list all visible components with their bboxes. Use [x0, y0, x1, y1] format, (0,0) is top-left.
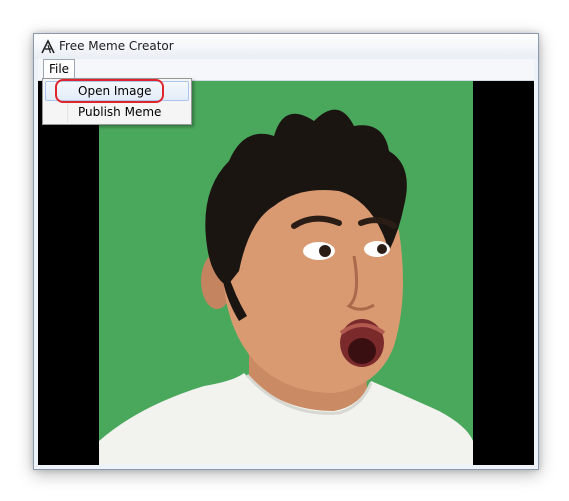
- menu-file[interactable]: File: [43, 59, 75, 79]
- title-bar[interactable]: Free Meme Creator: [34, 34, 538, 59]
- menu-item-open-image[interactable]: Open Image: [45, 81, 189, 101]
- app-logo-icon: [41, 39, 55, 54]
- file-menu-dropdown: Open Image Publish Meme: [42, 78, 192, 125]
- menu-item-publish-meme[interactable]: Publish Meme: [45, 102, 189, 122]
- window-title: Free Meme Creator: [59, 39, 174, 53]
- screenshot-stage: Free Meme Creator File Open Image Publis…: [0, 0, 569, 501]
- image-canvas: [38, 81, 534, 465]
- meme-photo: [99, 81, 473, 465]
